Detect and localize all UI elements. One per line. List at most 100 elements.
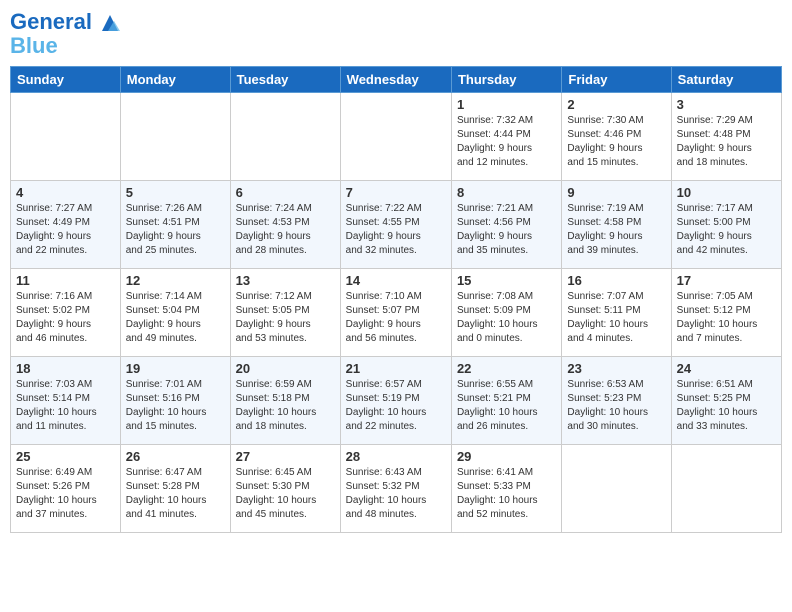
calendar-week-row: 25 Sunrise: 6:49 AM Sunset: 5:26 PM Dayli… bbox=[11, 445, 782, 533]
day-info: Sunrise: 7:16 AM Sunset: 5:02 PM Dayligh… bbox=[16, 290, 115, 346]
calendar-cell: 8 Sunrise: 7:21 AM Sunset: 4:56 PM Daylig… bbox=[451, 181, 561, 269]
weekday-header: Tuesday bbox=[230, 67, 340, 93]
calendar-cell: 27Sunrise: 6:45 AM Sunset: 5:30 PM Dayli… bbox=[230, 445, 340, 533]
calendar-cell bbox=[11, 93, 121, 181]
calendar-cell: 10 Sunrise: 7:17 AM Sunset: 5:00 PM Dayli… bbox=[671, 181, 781, 269]
page-header: General Blue bbox=[10, 10, 782, 58]
day-number: 25 bbox=[16, 449, 115, 464]
day-info: Sunrise: 6:49 AM Sunset: 5:26 PM Dayligh… bbox=[16, 466, 115, 522]
day-info: Sunrise: 7:07 AM Sunset: 5:11 PM Dayligh… bbox=[567, 290, 665, 346]
day-number: 5 bbox=[126, 185, 225, 200]
day-number: 16 bbox=[567, 273, 665, 288]
calendar-cell bbox=[671, 445, 781, 533]
logo-text: General Blue bbox=[10, 10, 120, 58]
weekday-header: Saturday bbox=[671, 67, 781, 93]
day-info: Sunrise: 7:08 AM Sunset: 5:09 PM Dayligh… bbox=[457, 290, 556, 346]
calendar-cell: 21 Sunrise: 6:57 AM Sunset: 5:19 PM Dayli… bbox=[340, 357, 451, 445]
calendar-cell bbox=[562, 445, 671, 533]
calendar-table: SundayMondayTuesdayWednesdayThursdayFrid… bbox=[10, 66, 782, 533]
calendar-cell: 23 Sunrise: 6:53 AM Sunset: 5:23 PM Dayli… bbox=[562, 357, 671, 445]
calendar-cell: 6 Sunrise: 7:24 AM Sunset: 4:53 PM Daylig… bbox=[230, 181, 340, 269]
weekday-header: Wednesday bbox=[340, 67, 451, 93]
day-number: 22 bbox=[457, 361, 556, 376]
logo: General Blue bbox=[10, 10, 120, 58]
calendar-week-row: 4 Sunrise: 7:27 AM Sunset: 4:49 PM Daylig… bbox=[11, 181, 782, 269]
day-info: Sunrise: 7:14 AM Sunset: 5:04 PM Dayligh… bbox=[126, 290, 225, 346]
calendar-cell: 4 Sunrise: 7:27 AM Sunset: 4:49 PM Daylig… bbox=[11, 181, 121, 269]
day-number: 23 bbox=[567, 361, 665, 376]
day-info: Sunrise: 6:57 AM Sunset: 5:19 PM Dayligh… bbox=[346, 378, 446, 434]
calendar-cell bbox=[120, 93, 230, 181]
weekday-header: Monday bbox=[120, 67, 230, 93]
day-info: Sunrise: 7:30 AM Sunset: 4:46 PM Dayligh… bbox=[567, 114, 665, 170]
day-info: Sunrise: 7:24 AM Sunset: 4:53 PM Dayligh… bbox=[236, 202, 335, 258]
day-info: Sunrise: 7:19 AM Sunset: 4:58 PM Dayligh… bbox=[567, 202, 665, 258]
day-info: Sunrise: 6:55 AM Sunset: 5:21 PM Dayligh… bbox=[457, 378, 556, 434]
calendar-cell: 7Sunrise: 7:22 AM Sunset: 4:55 PM Daylig… bbox=[340, 181, 451, 269]
calendar-week-row: 18 Sunrise: 7:03 AM Sunset: 5:14 PM Dayli… bbox=[11, 357, 782, 445]
day-number: 12 bbox=[126, 273, 225, 288]
calendar-cell: 3Sunrise: 7:29 AM Sunset: 4:48 PM Daylig… bbox=[671, 93, 781, 181]
calendar-cell: 22 Sunrise: 6:55 AM Sunset: 5:21 PM Dayli… bbox=[451, 357, 561, 445]
calendar-cell: 19 Sunrise: 7:01 AM Sunset: 5:16 PM Dayli… bbox=[120, 357, 230, 445]
logo-icon bbox=[100, 13, 120, 33]
day-number: 1 bbox=[457, 97, 556, 112]
day-number: 6 bbox=[236, 185, 335, 200]
day-info: Sunrise: 7:05 AM Sunset: 5:12 PM Dayligh… bbox=[677, 290, 776, 346]
calendar-cell: 24 Sunrise: 6:51 AM Sunset: 5:25 PM Dayli… bbox=[671, 357, 781, 445]
calendar-week-row: 1Sunrise: 7:32 AM Sunset: 4:44 PM Daylig… bbox=[11, 93, 782, 181]
calendar-cell: 13 Sunrise: 7:12 AM Sunset: 5:05 PM Dayli… bbox=[230, 269, 340, 357]
day-number: 4 bbox=[16, 185, 115, 200]
day-number: 24 bbox=[677, 361, 776, 376]
weekday-header: Sunday bbox=[11, 67, 121, 93]
calendar-cell: 17 Sunrise: 7:05 AM Sunset: 5:12 PM Dayli… bbox=[671, 269, 781, 357]
day-number: 10 bbox=[677, 185, 776, 200]
day-info: Sunrise: 7:12 AM Sunset: 5:05 PM Dayligh… bbox=[236, 290, 335, 346]
weekday-header: Thursday bbox=[451, 67, 561, 93]
calendar-cell: 16 Sunrise: 7:07 AM Sunset: 5:11 PM Dayli… bbox=[562, 269, 671, 357]
day-number: 27 bbox=[236, 449, 335, 464]
calendar-cell bbox=[230, 93, 340, 181]
weekday-header: Friday bbox=[562, 67, 671, 93]
day-info: Sunrise: 7:17 AM Sunset: 5:00 PM Dayligh… bbox=[677, 202, 776, 258]
calendar-cell: 1Sunrise: 7:32 AM Sunset: 4:44 PM Daylig… bbox=[451, 93, 561, 181]
calendar-cell: 15 Sunrise: 7:08 AM Sunset: 5:09 PM Dayli… bbox=[451, 269, 561, 357]
day-number: 15 bbox=[457, 273, 556, 288]
day-info: Sunrise: 6:51 AM Sunset: 5:25 PM Dayligh… bbox=[677, 378, 776, 434]
day-number: 18 bbox=[16, 361, 115, 376]
calendar-cell: 14Sunrise: 7:10 AM Sunset: 5:07 PM Dayli… bbox=[340, 269, 451, 357]
day-number: 11 bbox=[16, 273, 115, 288]
day-number: 2 bbox=[567, 97, 665, 112]
day-info: Sunrise: 6:59 AM Sunset: 5:18 PM Dayligh… bbox=[236, 378, 335, 434]
day-info: Sunrise: 7:03 AM Sunset: 5:14 PM Dayligh… bbox=[16, 378, 115, 434]
day-number: 21 bbox=[346, 361, 446, 376]
day-info: Sunrise: 7:27 AM Sunset: 4:49 PM Dayligh… bbox=[16, 202, 115, 258]
calendar-cell: 18 Sunrise: 7:03 AM Sunset: 5:14 PM Dayli… bbox=[11, 357, 121, 445]
day-info: Sunrise: 6:47 AM Sunset: 5:28 PM Dayligh… bbox=[126, 466, 225, 522]
day-info: Sunrise: 7:01 AM Sunset: 5:16 PM Dayligh… bbox=[126, 378, 225, 434]
day-number: 29 bbox=[457, 449, 556, 464]
day-number: 19 bbox=[126, 361, 225, 376]
weekday-header-row: SundayMondayTuesdayWednesdayThursdayFrid… bbox=[11, 67, 782, 93]
day-number: 9 bbox=[567, 185, 665, 200]
calendar-cell: 11 Sunrise: 7:16 AM Sunset: 5:02 PM Dayli… bbox=[11, 269, 121, 357]
calendar-cell bbox=[340, 93, 451, 181]
calendar-week-row: 11 Sunrise: 7:16 AM Sunset: 5:02 PM Dayli… bbox=[11, 269, 782, 357]
calendar-cell: 29Sunrise: 6:41 AM Sunset: 5:33 PM Dayli… bbox=[451, 445, 561, 533]
calendar-cell: 20 Sunrise: 6:59 AM Sunset: 5:18 PM Dayli… bbox=[230, 357, 340, 445]
day-number: 26 bbox=[126, 449, 225, 464]
day-number: 13 bbox=[236, 273, 335, 288]
day-info: Sunrise: 7:21 AM Sunset: 4:56 PM Dayligh… bbox=[457, 202, 556, 258]
calendar-cell: 25 Sunrise: 6:49 AM Sunset: 5:26 PM Dayli… bbox=[11, 445, 121, 533]
calendar-cell: 2 Sunrise: 7:30 AM Sunset: 4:46 PM Daylig… bbox=[562, 93, 671, 181]
day-number: 8 bbox=[457, 185, 556, 200]
day-info: Sunrise: 6:53 AM Sunset: 5:23 PM Dayligh… bbox=[567, 378, 665, 434]
day-number: 17 bbox=[677, 273, 776, 288]
day-number: 20 bbox=[236, 361, 335, 376]
day-number: 28 bbox=[346, 449, 446, 464]
day-info: Sunrise: 7:10 AM Sunset: 5:07 PM Dayligh… bbox=[346, 290, 446, 346]
calendar-cell: 26 Sunrise: 6:47 AM Sunset: 5:28 PM Dayli… bbox=[120, 445, 230, 533]
day-info: Sunrise: 7:22 AM Sunset: 4:55 PM Dayligh… bbox=[346, 202, 446, 258]
calendar-cell: 12 Sunrise: 7:14 AM Sunset: 5:04 PM Dayli… bbox=[120, 269, 230, 357]
calendar-cell: 9 Sunrise: 7:19 AM Sunset: 4:58 PM Daylig… bbox=[562, 181, 671, 269]
